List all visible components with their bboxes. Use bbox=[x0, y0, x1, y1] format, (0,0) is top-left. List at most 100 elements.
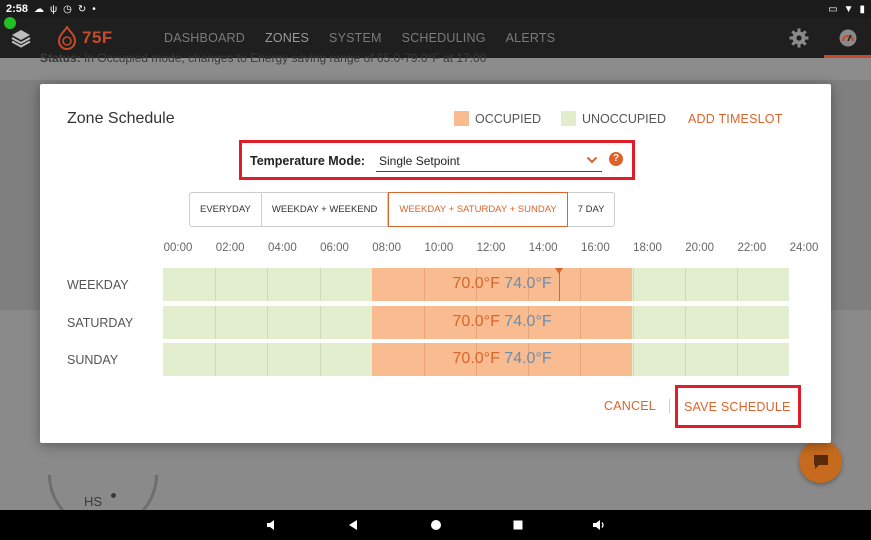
dot-icon: • bbox=[92, 3, 96, 15]
hour-gridline bbox=[736, 306, 738, 339]
occupied-timeslot[interactable]: 70.0°F 74.0°F bbox=[371, 306, 633, 339]
recents-icon[interactable] bbox=[511, 518, 525, 532]
notification-icons: ☁ ψ ◷ ↻ • bbox=[34, 4, 96, 15]
brand-logo: 75F bbox=[56, 26, 113, 50]
day-label-weekday: WEEKDAY bbox=[67, 278, 129, 292]
time-axis: 00:00 02:00 04:00 06:00 08:00 10:00 12:00 14:00… bbox=[163, 242, 819, 258]
time-label: 06:00 bbox=[320, 242, 349, 254]
hour-gridline bbox=[319, 268, 321, 301]
temperature-mode-value: Single Setpoint bbox=[379, 154, 460, 168]
schedule-grid: 70.0°F 74.0°F 70.0°F 74.0°F 70.0°F 74.0°F bbox=[163, 268, 789, 378]
add-timeslot-button[interactable]: ADD TIMESLOT bbox=[688, 112, 783, 126]
tab-weekday-weekend[interactable]: WEEKDAY + WEEKEND bbox=[262, 193, 389, 226]
cooling-setpoint: 74.0°F bbox=[504, 350, 552, 367]
cancel-button[interactable]: CANCEL bbox=[604, 399, 656, 413]
day-label-saturday: SATURDAY bbox=[67, 316, 134, 330]
hour-gridline bbox=[319, 343, 321, 376]
hour-gridline bbox=[684, 343, 686, 376]
hs-indicator-dot bbox=[111, 493, 116, 498]
system-status-bar: 2:58 ☁ ψ ◷ ↻ • ▭ ▼ ▮ bbox=[0, 0, 871, 18]
day-label-sunday: SUNDAY bbox=[67, 353, 119, 367]
save-schedule-button[interactable]: SAVE SCHEDULE bbox=[684, 400, 791, 414]
hour-gridline bbox=[736, 343, 738, 376]
hour-gridline bbox=[684, 306, 686, 339]
dialog-title: Zone Schedule bbox=[67, 110, 175, 127]
time-label: 02:00 bbox=[215, 242, 245, 254]
occupied-timeslot[interactable]: 70.0°F 74.0°F bbox=[371, 343, 633, 376]
cooling-setpoint: 74.0°F bbox=[504, 313, 552, 330]
layers-icon[interactable] bbox=[10, 27, 32, 49]
volume-up-icon[interactable] bbox=[592, 518, 606, 532]
time-label: 08:00 bbox=[372, 242, 402, 254]
legend-occupied: OCCUPIED bbox=[475, 111, 541, 126]
volume-down-icon[interactable] bbox=[265, 518, 279, 532]
schedule-row-saturday[interactable]: 70.0°F 74.0°F bbox=[163, 306, 789, 339]
time-label: 00:00 bbox=[163, 242, 193, 254]
chat-button[interactable] bbox=[799, 440, 842, 483]
hour-gridline bbox=[736, 268, 738, 301]
hour-gridline bbox=[684, 268, 686, 301]
flame-icon bbox=[57, 26, 77, 50]
recording-indicator bbox=[4, 17, 16, 29]
battery-icon: ▮ bbox=[859, 3, 865, 15]
hour-gridline bbox=[632, 306, 634, 339]
help-icon[interactable]: ? bbox=[609, 152, 623, 166]
time-label: 12:00 bbox=[476, 242, 506, 254]
clock: 2:58 bbox=[6, 3, 29, 15]
schedule-legend: OCCUPIED UNOCCUPIED bbox=[454, 111, 666, 126]
schedule-row-sunday[interactable]: 70.0°F 74.0°F bbox=[163, 343, 789, 376]
wifi-icon: ▼ bbox=[843, 3, 854, 15]
sync-icon: ↻ bbox=[77, 3, 87, 15]
timeslot-setpoints: 70.0°F 74.0°F bbox=[372, 350, 633, 368]
tab-7-day[interactable]: 7 DAY bbox=[568, 193, 615, 226]
time-label: 24:00 bbox=[789, 242, 819, 254]
back-icon[interactable] bbox=[346, 518, 360, 532]
schedule-type-tabs: EVERYDAY WEEKDAY + WEEKEND WEEKDAY + SAT… bbox=[189, 192, 616, 227]
tab-everyday[interactable]: EVERYDAY bbox=[190, 193, 262, 226]
zone-schedule-dialog: Zone Schedule OCCUPIED UNOCCUPIED ADD TI… bbox=[40, 84, 831, 443]
time-label: 14:00 bbox=[528, 242, 558, 254]
hour-gridline bbox=[319, 306, 321, 339]
button-divider bbox=[669, 399, 670, 413]
cooling-setpoint: 74.0°F bbox=[504, 275, 552, 292]
time-label: 20:00 bbox=[685, 242, 715, 254]
timeslot-setpoints: 70.0°F 74.0°F bbox=[372, 313, 633, 331]
timeslot-setpoints: 70.0°F 74.0°F bbox=[372, 275, 633, 293]
time-label: 04:00 bbox=[267, 242, 297, 254]
unoccupied-swatch bbox=[560, 111, 576, 126]
temperature-mode-highlight: Temperature Mode: Single Setpoint ? bbox=[239, 140, 635, 180]
nav-alerts[interactable]: ALERTS bbox=[506, 18, 556, 58]
current-time-line bbox=[559, 268, 561, 301]
chat-icon bbox=[813, 454, 828, 469]
hs-label: HS bbox=[84, 494, 103, 509]
occupied-timeslot[interactable]: 70.0°F 74.0°F bbox=[371, 268, 633, 301]
alarm-icon: ◷ bbox=[63, 3, 72, 15]
heating-setpoint: 70.0°F bbox=[452, 313, 500, 330]
legend-unoccupied: UNOCCUPIED bbox=[581, 111, 667, 126]
hour-gridline bbox=[267, 343, 269, 376]
status-value: In Occupied mode, changes to Energy savi… bbox=[84, 51, 487, 65]
temperature-mode-select[interactable]: Single Setpoint bbox=[376, 149, 602, 172]
status-label: Status: bbox=[40, 51, 81, 65]
time-label: 16:00 bbox=[580, 242, 610, 254]
heating-setpoint: 70.0°F bbox=[452, 275, 500, 292]
time-label: 10:00 bbox=[424, 242, 454, 254]
gear-icon[interactable] bbox=[789, 28, 809, 48]
time-label: 18:00 bbox=[633, 242, 662, 254]
hour-gridline bbox=[215, 343, 217, 376]
save-schedule-highlight[interactable]: SAVE SCHEDULE bbox=[675, 385, 801, 428]
chevron-down-icon bbox=[586, 156, 598, 164]
schedule-row-weekday[interactable]: 70.0°F 74.0°F bbox=[163, 268, 789, 301]
usb-icon: ψ bbox=[50, 3, 58, 15]
tab-gauge[interactable] bbox=[824, 18, 871, 58]
tab-weekday-saturday-sunday[interactable]: WEEKDAY + SATURDAY + SUNDAY bbox=[388, 192, 568, 227]
temperature-mode-label: Temperature Mode: bbox=[250, 154, 366, 168]
hour-gridline bbox=[267, 268, 269, 301]
hour-gridline bbox=[632, 268, 634, 301]
hour-gridline bbox=[215, 306, 217, 339]
logo-text: 75F bbox=[82, 28, 113, 47]
home-icon[interactable] bbox=[429, 518, 443, 532]
system-indicators: ▭ ▼ ▮ bbox=[828, 4, 865, 15]
hour-gridline bbox=[267, 306, 269, 339]
cloud-icon: ☁ bbox=[34, 3, 45, 15]
